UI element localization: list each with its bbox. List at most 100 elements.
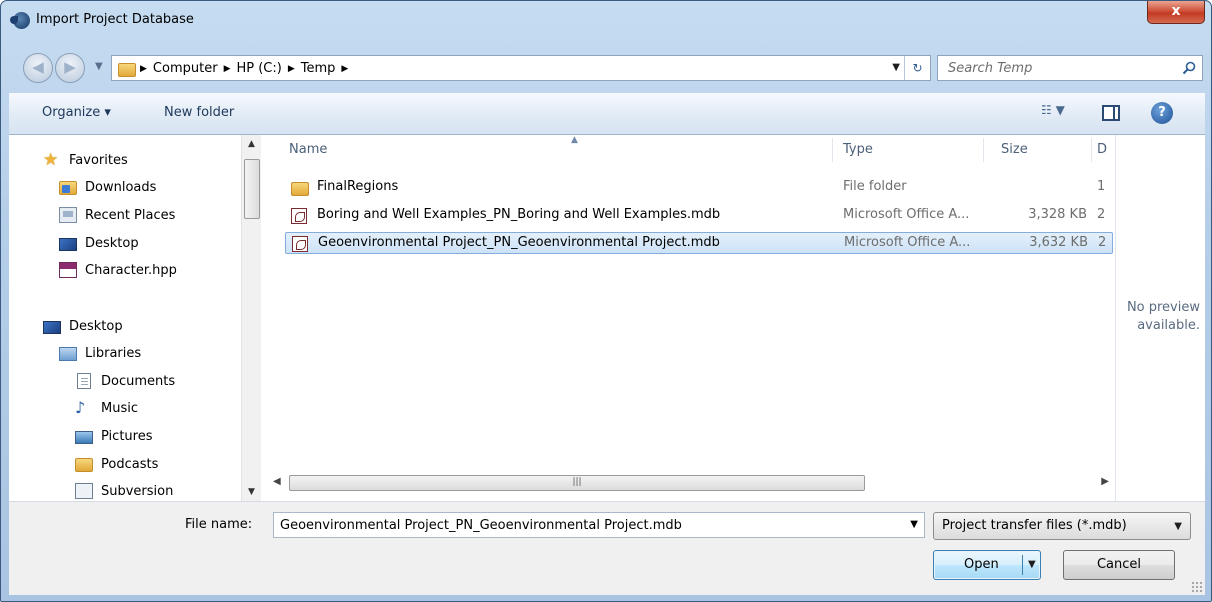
column-header-name[interactable]: Name [289,142,327,157]
breadcrumb-arrow-icon[interactable]: ▶ [224,64,231,76]
column-divider[interactable] [983,138,984,162]
forward-arrow-icon: ▶ [64,58,76,76]
cancel-button[interactable]: Cancel [1063,550,1175,580]
horizontal-scrollbar[interactable]: ◀ ||| ▶ [267,473,1115,493]
dialog-window: Import Project Database x ◀ ▶ ▼ ▶ Comput… [0,0,1212,602]
nav-pictures[interactable]: Pictures [75,425,152,447]
desktop-icon [43,320,61,334]
breadcrumb-computer[interactable]: Computer [153,61,218,76]
nav-documents[interactable]: Documents [75,370,175,392]
file-name-combo: ▼ [273,512,925,538]
refresh-button[interactable]: ↻ [904,56,930,80]
change-view-button[interactable]: ☷ ▼ [1041,103,1091,125]
breadcrumb-arrow-icon[interactable]: ▶ [140,64,147,76]
nav-character-hpp[interactable]: Character.hpp [59,259,177,281]
nav-downloads[interactable]: Downloads [59,176,156,198]
open-button-label: Open [964,557,999,572]
hpp-file-icon [59,262,77,278]
breadcrumb-temp[interactable]: Temp [301,61,336,76]
app-icon [10,12,30,29]
address-bar[interactable]: ▶ Computer ▶ HP (C:) ▶ Temp ▶ ▼ ↻ [111,55,931,81]
navigation-pane: ★ Favorites Downloads Recent Places Desk… [9,135,263,501]
view-list-icon: ☷ [1041,103,1052,117]
scroll-down-icon[interactable]: ▼ [242,487,261,497]
breadcrumb-arrow-icon[interactable]: ▶ [341,64,348,76]
downloads-folder-icon [59,181,77,195]
file-size: 3,328 KB [1028,207,1087,222]
sort-ascending-icon: ▲ [571,135,578,145]
forward-button[interactable]: ▶ [55,53,85,83]
column-header-size[interactable]: Size [1001,142,1028,157]
file-type-dropdown-icon: ▼ [1174,521,1182,532]
title-bar[interactable]: Import Project Database x [1,1,1211,39]
nav-label: Desktop [85,235,139,251]
desktop-icon [59,237,77,251]
file-date: 2 [1098,235,1107,250]
open-options-dropdown-icon[interactable]: ▼ [1028,559,1036,570]
nav-label: Music [101,400,138,416]
preview-pane-button[interactable] [1102,105,1120,121]
horizontal-scroll-thumb[interactable]: ||| [289,475,865,491]
breadcrumb-arrow-icon[interactable]: ▶ [288,64,295,76]
nav-podcasts[interactable]: Podcasts [75,453,158,475]
nav-scroll-thumb[interactable] [244,159,260,219]
no-preview-line: available. [1137,318,1200,333]
file-row[interactable]: FinalRegions File folder 1 [285,177,1113,199]
file-name-input[interactable] [274,513,894,537]
column-divider[interactable] [832,138,833,162]
search-input[interactable] [938,56,1174,80]
nav-recent-places[interactable]: Recent Places [59,204,175,226]
column-header-date[interactable]: D [1097,142,1107,157]
recent-pages-dropdown-icon[interactable]: ▼ [95,61,103,72]
file-name: Boring and Well Examples_PN_Boring and W… [317,207,721,222]
nav-label: Desktop [69,318,123,334]
pictures-icon [75,430,93,444]
subversion-icon [75,483,93,499]
file-size: 3,632 KB [1029,235,1088,250]
column-header-type[interactable]: Type [843,142,873,157]
scroll-left-icon[interactable]: ◀ [273,476,281,487]
no-preview-line: No preview [1126,300,1200,315]
dialog-footer: File name: ▼ Project transfer files (*.m… [9,501,1205,595]
resize-grip-icon[interactable] [1191,581,1203,593]
split-divider [1022,555,1023,575]
breadcrumb: ▶ Computer ▶ HP (C:) ▶ Temp ▶ [140,61,348,76]
libraries-icon [59,347,77,361]
column-divider[interactable] [1091,138,1092,162]
nav-subversion[interactable]: Subversion [75,480,173,501]
music-icon: ♪ [75,398,86,417]
documents-icon [77,373,91,389]
nav-label: Recent Places [85,207,176,223]
nav-favorites-desktop[interactable]: Desktop [59,232,139,254]
breadcrumb-drive[interactable]: HP (C:) [236,61,281,76]
back-arrow-icon: ◀ [32,58,44,76]
file-row[interactable]: Boring and Well Examples_PN_Boring and W… [285,205,1113,227]
address-dropdown-icon[interactable]: ▼ [892,62,900,73]
nav-label: Documents [101,373,176,389]
scroll-right-icon[interactable]: ▶ [1101,476,1109,487]
organize-button[interactable]: Organize ▾ [42,105,111,120]
nav-libraries[interactable]: Libraries [59,342,141,364]
nav-favorites[interactable]: ★ Favorites [43,149,128,171]
back-button[interactable]: ◀ [23,53,53,83]
close-button[interactable]: x [1147,1,1205,24]
nav-scrollbar[interactable]: ▲ ▼ [241,135,261,501]
search-icon[interactable] [1182,61,1196,75]
nav-label: Pictures [101,428,153,444]
nav-label: Libraries [85,345,142,361]
nav-label: Podcasts [101,456,159,472]
recent-places-icon [59,207,77,223]
nav-music[interactable]: ♪ Music [75,397,138,419]
help-icon[interactable]: ? [1151,102,1173,124]
file-row-selected[interactable]: Geoenvironmental Project_PN_Geoenvironme… [285,232,1113,254]
open-button[interactable]: Open ▼ [933,550,1041,580]
nav-label: Subversion [101,483,174,499]
scroll-up-icon[interactable]: ▲ [242,139,261,149]
file-type: Microsoft Office A... [843,207,970,222]
new-folder-button[interactable]: New folder [164,105,234,120]
file-name-dropdown-icon[interactable]: ▼ [910,519,918,530]
file-type-select[interactable]: Project transfer files (*.mdb) ▼ [933,512,1191,540]
file-type: Microsoft Office A... [844,235,971,250]
star-icon: ★ [43,150,59,170]
nav-desktop[interactable]: Desktop [43,315,123,337]
